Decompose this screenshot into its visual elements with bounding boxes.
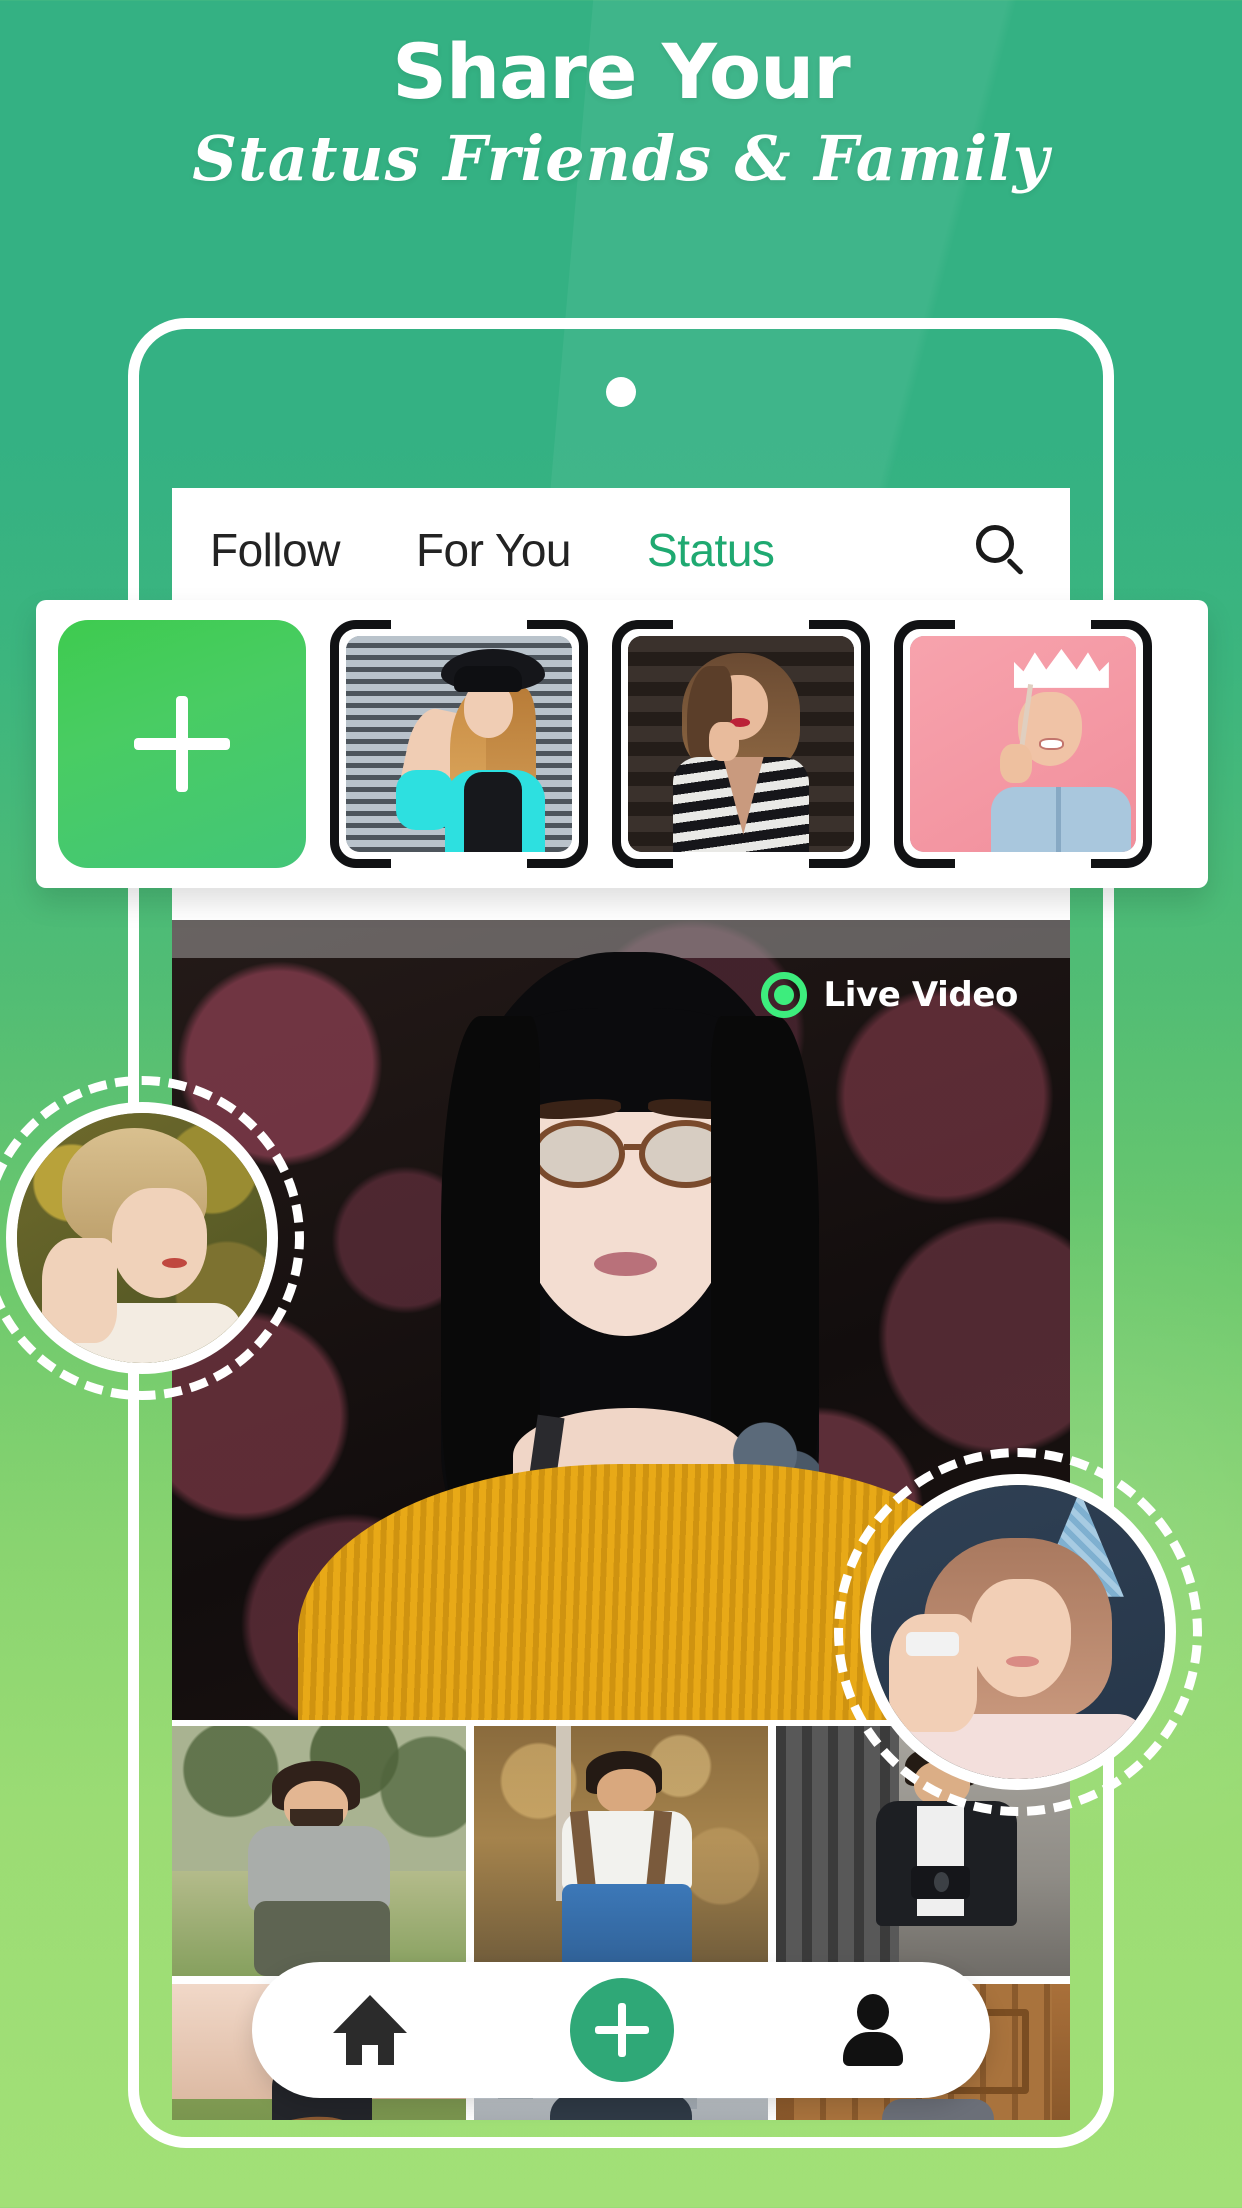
person-icon[interactable] xyxy=(837,1994,909,2066)
subheadline: Status Friends & Family xyxy=(192,121,1050,195)
avatar2-art xyxy=(871,1485,1165,1779)
avatar-image xyxy=(860,1474,1176,1790)
hero-model-lips xyxy=(594,1252,657,1276)
g3-camera xyxy=(911,1866,971,1899)
tab-follow[interactable]: Follow xyxy=(210,523,340,577)
person-icon-shoulders xyxy=(842,2032,903,2066)
story-thumbnail xyxy=(628,636,854,852)
live-record-dot xyxy=(774,985,795,1005)
hero-model-glasses-bridge xyxy=(623,1144,645,1150)
g6-person xyxy=(881,2099,994,2120)
hero-model-glasses-left xyxy=(531,1120,626,1188)
home-icon-door xyxy=(362,2045,379,2065)
g3-tee xyxy=(917,1806,965,1916)
story3-art xyxy=(910,636,1136,852)
story-blonde-hat[interactable] xyxy=(321,620,597,868)
tab-bar: Follow For You Status xyxy=(172,488,1070,612)
story-thumbnail xyxy=(910,636,1136,852)
search-icon-handle xyxy=(1006,557,1024,576)
post-man-backpack[interactable] xyxy=(474,1726,768,1976)
add-story-button[interactable] xyxy=(58,620,306,868)
promo-header: Share Your Status Friends & Family xyxy=(0,0,1242,197)
avatar-image xyxy=(6,1102,278,1374)
live-video-label: Live Video xyxy=(823,975,1018,1015)
story-strip xyxy=(36,600,1208,888)
home-icon[interactable] xyxy=(333,1995,408,2065)
avatar-blonde-woman[interactable] xyxy=(0,1076,304,1400)
tab-status[interactable]: Status xyxy=(647,523,775,577)
g1-shirt xyxy=(248,1826,390,1911)
avatar1-art xyxy=(17,1113,267,1363)
search-icon-ring xyxy=(976,525,1014,563)
story-thumbnail xyxy=(346,636,572,852)
live-record-icon xyxy=(761,972,808,1018)
home-icon-roof xyxy=(333,1995,408,2033)
g2-face xyxy=(597,1768,657,1814)
post-man-field[interactable] xyxy=(172,1726,466,1976)
tab-for-you[interactable]: For You xyxy=(416,523,572,577)
create-post-button[interactable] xyxy=(569,1978,674,2082)
person-icon-head xyxy=(856,1994,889,2030)
search-icon[interactable] xyxy=(974,523,1028,577)
story2-art xyxy=(628,636,854,852)
phone-camera-dot xyxy=(606,377,636,407)
bottom-navigation-bar xyxy=(252,1962,990,2098)
story1-art xyxy=(346,636,572,852)
headline: Share Your xyxy=(392,27,850,116)
avatar-party-hat-woman[interactable] xyxy=(834,1448,1202,1816)
story-girl-crown[interactable] xyxy=(885,620,1161,868)
status-badge: Live Video xyxy=(761,972,1018,1018)
story-brunette-stripes[interactable] xyxy=(603,620,879,868)
